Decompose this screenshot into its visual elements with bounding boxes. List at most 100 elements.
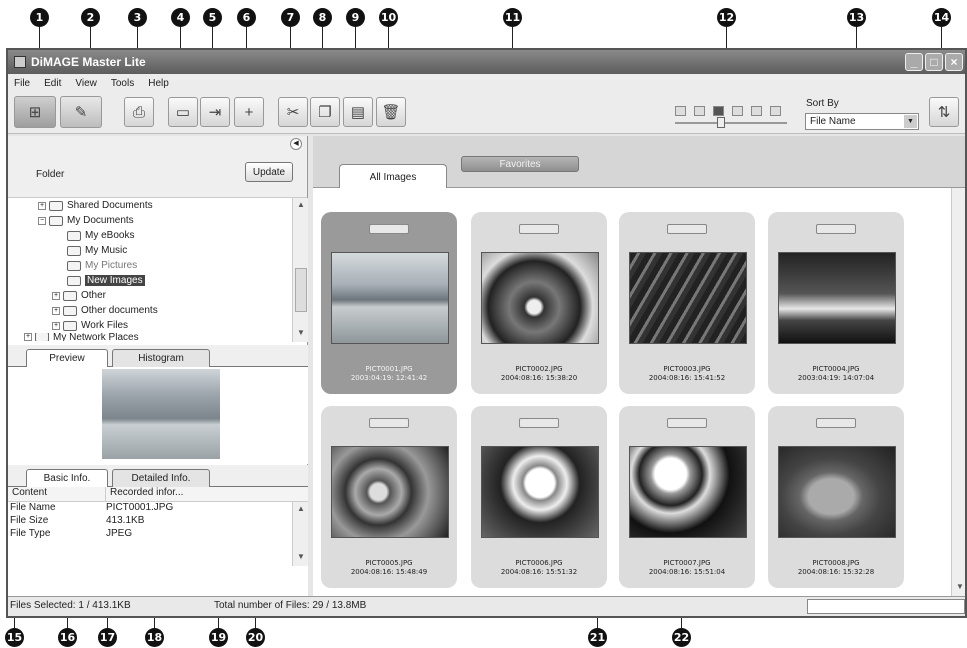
thumbnail-scrollbar[interactable]: ▼ — [951, 188, 965, 596]
rating-badge[interactable] — [667, 224, 707, 234]
rating-badge[interactable] — [519, 418, 559, 428]
expand-icon[interactable]: + — [38, 201, 46, 210]
tab-detailed-info[interactable]: Detailed Info. — [112, 469, 210, 487]
new-folder-button[interactable]: ▭ — [168, 97, 198, 127]
tree-label: Work Files — [81, 320, 129, 331]
print-button[interactable]: ⎙ — [124, 97, 154, 127]
menu-view[interactable]: View — [75, 78, 97, 89]
thumbnail-card[interactable]: PICT0004.JPG 2003:04:19: 14:07:04 — [768, 212, 904, 394]
menu-edit[interactable]: Edit — [44, 78, 61, 89]
scroll-up-icon[interactable]: ▲ — [295, 504, 307, 516]
folder-icon — [63, 290, 77, 301]
rating-badge[interactable] — [816, 224, 856, 234]
callout-6: 6 — [237, 8, 256, 27]
cut-button[interactable]: ✂ — [278, 97, 308, 127]
menu-file[interactable]: File — [14, 78, 30, 89]
scroll-up-icon[interactable]: ▲ — [295, 200, 307, 212]
collapse-icon[interactable]: − — [38, 216, 46, 225]
thumbnail-card[interactable]: PICT0001.JPG 2003:04:19: 12:41:42 — [321, 212, 457, 394]
info-key: File Type — [10, 528, 51, 539]
thumbnail-size-6-icon[interactable] — [770, 106, 781, 116]
chevron-down-icon[interactable]: ▼ — [904, 115, 917, 128]
sort-by-label: Sort By — [806, 98, 839, 109]
thumbnail-card[interactable]: PICT0005.JPG 2004:08:16: 15:48:49 — [321, 406, 457, 588]
paste-button[interactable]: ▤ — [343, 97, 373, 127]
thumbnail-image — [331, 446, 449, 538]
folder-header: Folder Update ◀ — [8, 136, 307, 198]
column-header-content[interactable]: Content — [8, 487, 106, 501]
minimize-button[interactable]: _ — [905, 53, 923, 71]
tree-node-my-documents[interactable]: − My Documents — [8, 213, 308, 228]
thumbnail-card[interactable]: PICT0003.JPG 2004:08:16: 15:41:52 — [619, 212, 755, 394]
scroll-thumb[interactable] — [295, 268, 307, 312]
column-header-recorded[interactable]: Recorded infor... — [106, 487, 286, 501]
expand-icon[interactable]: + — [52, 321, 60, 330]
tree-node-work-files[interactable]: + Work Files — [8, 318, 308, 333]
scroll-down-icon[interactable]: ▼ — [295, 552, 307, 564]
tab-all-images[interactable]: All Images — [339, 164, 447, 189]
sort-order-button[interactable]: ⇅ — [929, 97, 959, 127]
tab-histogram[interactable]: Histogram — [112, 349, 210, 367]
move-folder-icon: ⇥ — [208, 104, 222, 121]
thumbnail-date: 2004:08:16: 15:38:20 — [500, 374, 578, 382]
sort-by-select[interactable]: File Name ▼ — [805, 113, 919, 130]
rating-badge[interactable] — [667, 418, 707, 428]
thumbnail-card[interactable]: PICT0002.JPG 2004:08:16: 15:38:20 — [471, 212, 607, 394]
scroll-down-icon[interactable]: ▼ — [295, 328, 307, 340]
tree-node-other[interactable]: + Other — [8, 288, 308, 303]
menu-help[interactable]: Help — [148, 78, 169, 89]
tree-node-my-pictures[interactable]: My Pictures — [8, 258, 308, 273]
menu-bar: File Edit View Tools Help — [8, 74, 965, 92]
tree-node-my-network-places[interactable]: + My Network Places — [8, 333, 308, 341]
thumbnail-size-2-icon[interactable] — [694, 106, 705, 116]
thumbnail-size-1-icon[interactable] — [675, 106, 686, 116]
thumbnail-card[interactable]: PICT0007.JPG 2004:08:16: 15:51:04 — [619, 406, 755, 588]
expand-icon[interactable]: + — [24, 333, 32, 341]
tree-label-selected: New Images — [85, 275, 145, 286]
info-table-header: Content Recorded infor... — [8, 487, 308, 502]
callout-11: 11 — [503, 8, 522, 27]
info-scrollbar[interactable]: ▲ ▼ — [292, 502, 308, 566]
thumbnail-view-button[interactable]: ⊞ — [14, 96, 56, 128]
tree-node-my-music[interactable]: My Music — [8, 243, 308, 258]
expand-icon[interactable]: + — [52, 306, 60, 315]
thumbnail-size-4-icon[interactable] — [732, 106, 743, 116]
rating-badge[interactable] — [369, 418, 409, 428]
tree-label: My Documents — [67, 215, 134, 226]
callout-9: 9 — [346, 8, 365, 27]
thumbnail-card[interactable]: PICT0008.JPG 2004:08:16: 15:32:28 — [768, 406, 904, 588]
thumbnail-size-3-icon[interactable] — [713, 106, 724, 116]
image-edit-mode-button[interactable]: ✎ — [60, 96, 102, 128]
expand-icon[interactable]: + — [52, 291, 60, 300]
move-to-folder-button[interactable]: ⇥ — [200, 97, 230, 127]
delete-button[interactable]: 🗑 — [376, 97, 406, 127]
thumbnail-size-5-icon[interactable] — [751, 106, 762, 116]
tab-preview[interactable]: Preview — [26, 349, 108, 367]
copy-button[interactable]: ❐ — [310, 97, 340, 127]
collapse-pane-icon[interactable]: ◀ — [290, 138, 302, 150]
tree-scrollbar[interactable]: ▲ ▼ — [292, 198, 308, 342]
close-button[interactable]: × — [945, 53, 963, 71]
rating-badge[interactable] — [519, 224, 559, 234]
menu-tools[interactable]: Tools — [111, 78, 134, 89]
tree-node-shared-documents[interactable]: + Shared Documents — [8, 198, 308, 213]
thumbnail-size-slider[interactable] — [675, 117, 787, 128]
tab-favorites[interactable]: Favorites — [461, 156, 579, 172]
status-progress-box — [807, 599, 965, 614]
tree-node-new-images[interactable]: New Images — [8, 273, 308, 288]
update-button[interactable]: Update — [245, 162, 293, 182]
thumbnail-filename: PICT0007.JPG — [663, 559, 711, 567]
copy-to-folder-button[interactable]: + — [234, 97, 264, 127]
tree-node-my-ebooks[interactable]: My eBooks — [8, 228, 308, 243]
tree-node-other-documents[interactable]: + Other documents — [8, 303, 308, 318]
slider-knob[interactable] — [717, 117, 725, 128]
rating-badge[interactable] — [816, 418, 856, 428]
print-icon: ⎙ — [132, 103, 145, 121]
scroll-down-icon[interactable]: ▼ — [954, 582, 965, 594]
rating-badge[interactable] — [369, 224, 409, 234]
thumbnail-card[interactable]: PICT0006.JPG 2004:08:16: 15:51:32 — [471, 406, 607, 588]
maximize-button[interactable]: □ — [925, 53, 943, 71]
tab-basic-info[interactable]: Basic Info. — [26, 469, 108, 487]
thumbnail-date: 2004:08:16: 15:32:28 — [797, 568, 875, 576]
thumbnail-filename: PICT0002.JPG — [515, 365, 563, 373]
